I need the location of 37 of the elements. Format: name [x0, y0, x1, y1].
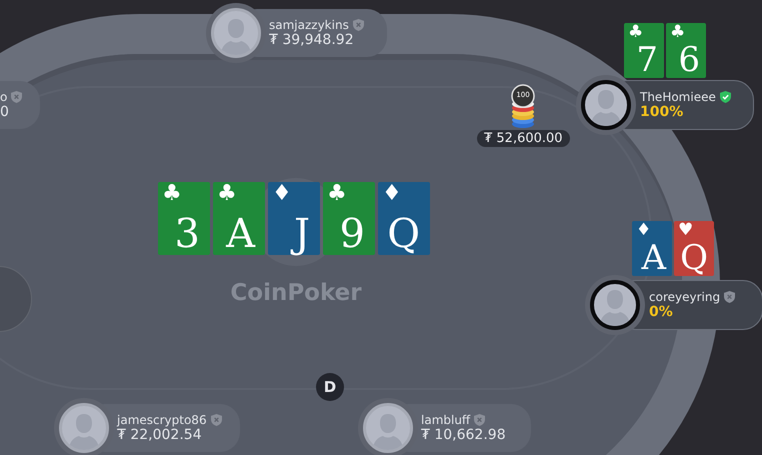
person-silhouette-icon: [221, 17, 251, 55]
card-suit: ♥: [678, 222, 694, 239]
person-silhouette-icon: [591, 88, 621, 126]
player-name: o: [0, 90, 8, 104]
playing-card: ♦ A: [632, 221, 672, 276]
card-suit: ♦: [382, 183, 402, 205]
chip-stack-amount: ₮ 10,662.98: [421, 427, 507, 443]
playing-card: ♣ 3: [158, 182, 210, 255]
card-suit: ♣: [217, 183, 237, 205]
player-name: TheHomieee: [640, 90, 716, 104]
chip-stack-amount: 0: [0, 104, 10, 120]
pot-amount: ₮ 52,600.00: [477, 130, 570, 147]
person-silhouette-icon: [373, 412, 403, 450]
card-suit: ♣: [628, 24, 644, 41]
playing-card: ♣ A: [213, 182, 265, 255]
person-silhouette-icon: [69, 412, 99, 450]
card-suit: ♣: [670, 24, 686, 41]
equity-percent: 100%: [640, 104, 684, 120]
card-suit: ♣: [327, 183, 347, 205]
player-name: samjazzykins: [269, 18, 349, 32]
playing-card: ♣ 7: [624, 23, 664, 78]
equity-percent: 0%: [649, 304, 674, 320]
card-suit: ♦: [636, 222, 652, 239]
playing-card: ♣ 6: [666, 23, 706, 78]
person-silhouette-icon: [600, 288, 630, 326]
chip-stack-amount: ₮ 22,002.54: [117, 427, 203, 443]
playing-card: ♦ J: [268, 182, 320, 255]
player-name: coreyeyring: [649, 290, 720, 304]
playing-card: ♥ Q: [674, 221, 714, 276]
card-suit: ♣: [162, 183, 182, 205]
player-name: jamescrypto86: [117, 413, 207, 427]
player-name: lambluff: [421, 413, 470, 427]
card-suit: ♦: [272, 183, 292, 205]
playing-card: ♦ Q: [378, 182, 430, 255]
playing-card: ♣ 9: [323, 182, 375, 255]
chip-stack-drawing: [511, 84, 535, 130]
chip-stack-amount: ₮ 39,948.92: [269, 32, 355, 48]
